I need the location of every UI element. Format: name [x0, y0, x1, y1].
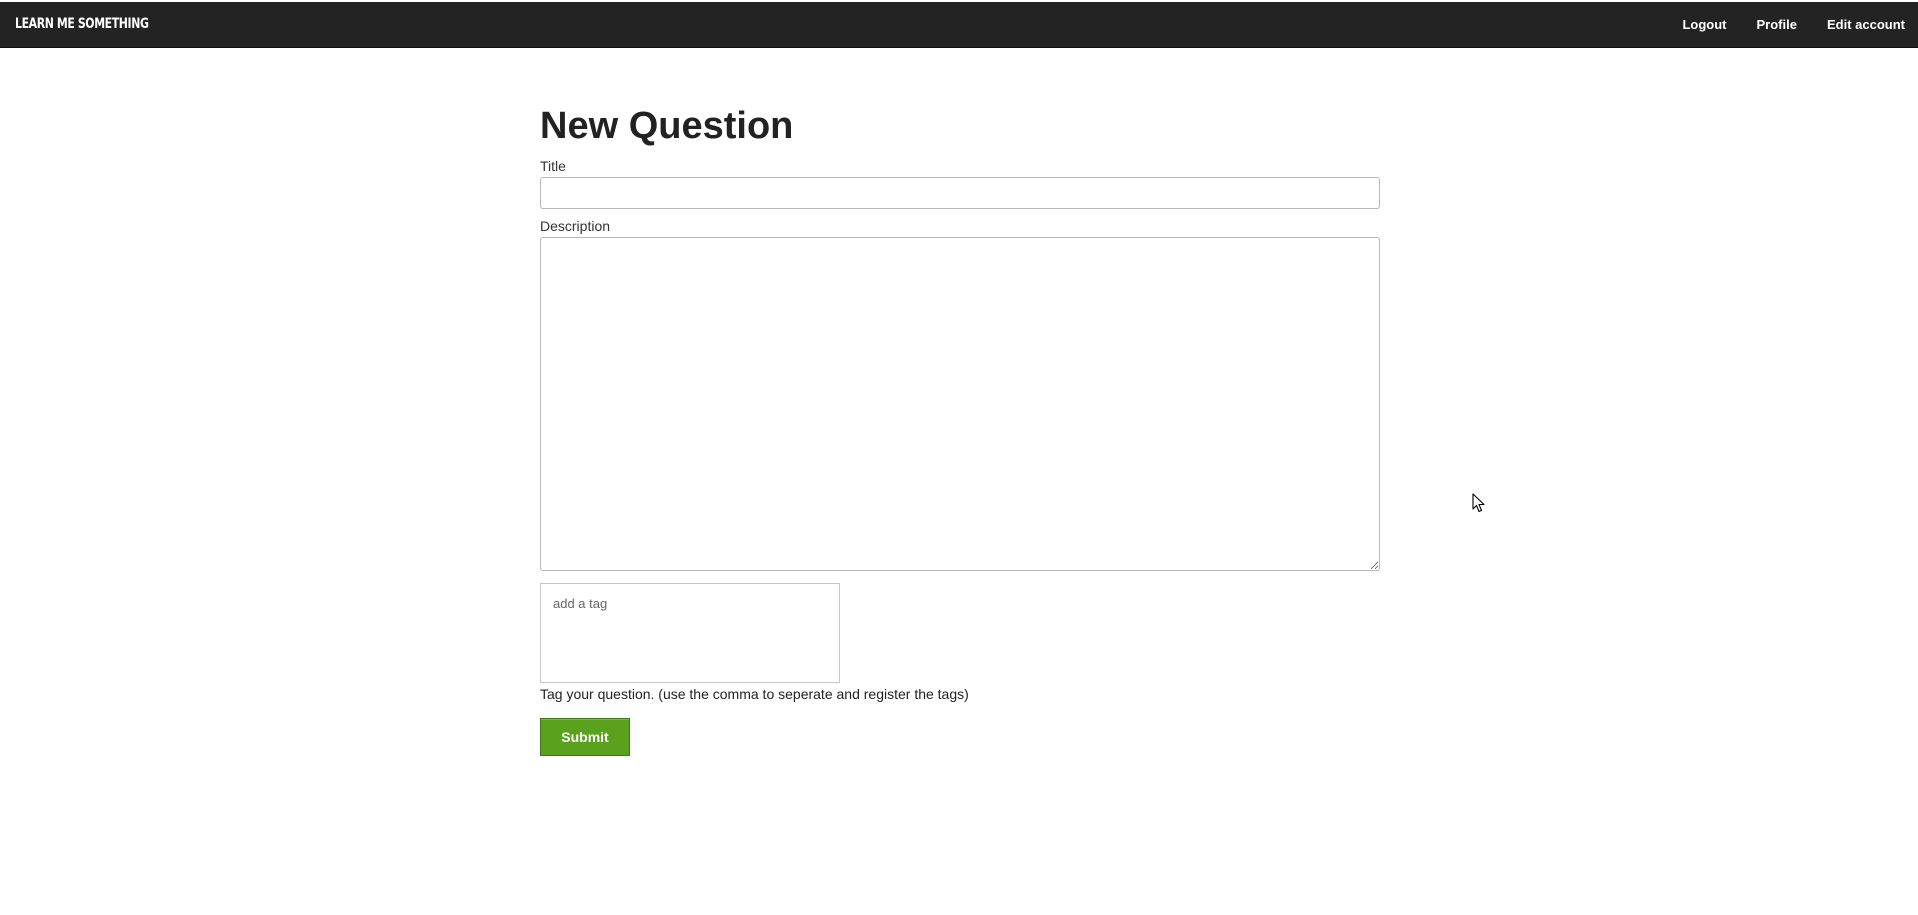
mouse-pointer-icon	[1472, 493, 1485, 513]
edit-account-link[interactable]: Edit account	[1812, 17, 1918, 32]
submit-button[interactable]: Submit	[540, 718, 630, 756]
logout-link[interactable]: Logout	[1667, 17, 1741, 32]
title-input[interactable]	[540, 177, 1380, 209]
description-textarea[interactable]	[540, 237, 1380, 571]
title-label: Title	[540, 158, 566, 174]
profile-link[interactable]: Profile	[1742, 17, 1812, 32]
description-label: Description	[540, 218, 611, 234]
tag-input[interactable]	[553, 596, 753, 611]
brand-logo-link[interactable]: LEARN ME SOMETHING	[15, 16, 149, 32]
tag-hint-text: Tag your question. (use the comma to sep…	[540, 686, 969, 702]
new-question-form: New Question Title Description Tag your …	[540, 100, 1380, 756]
nav-links: Logout Profile Edit account	[1667, 2, 1918, 47]
top-navbar: LEARN ME SOMETHING Logout Profile Edit a…	[0, 2, 1918, 48]
tag-input-box[interactable]	[540, 583, 840, 683]
page-title: New Question	[540, 105, 794, 147]
